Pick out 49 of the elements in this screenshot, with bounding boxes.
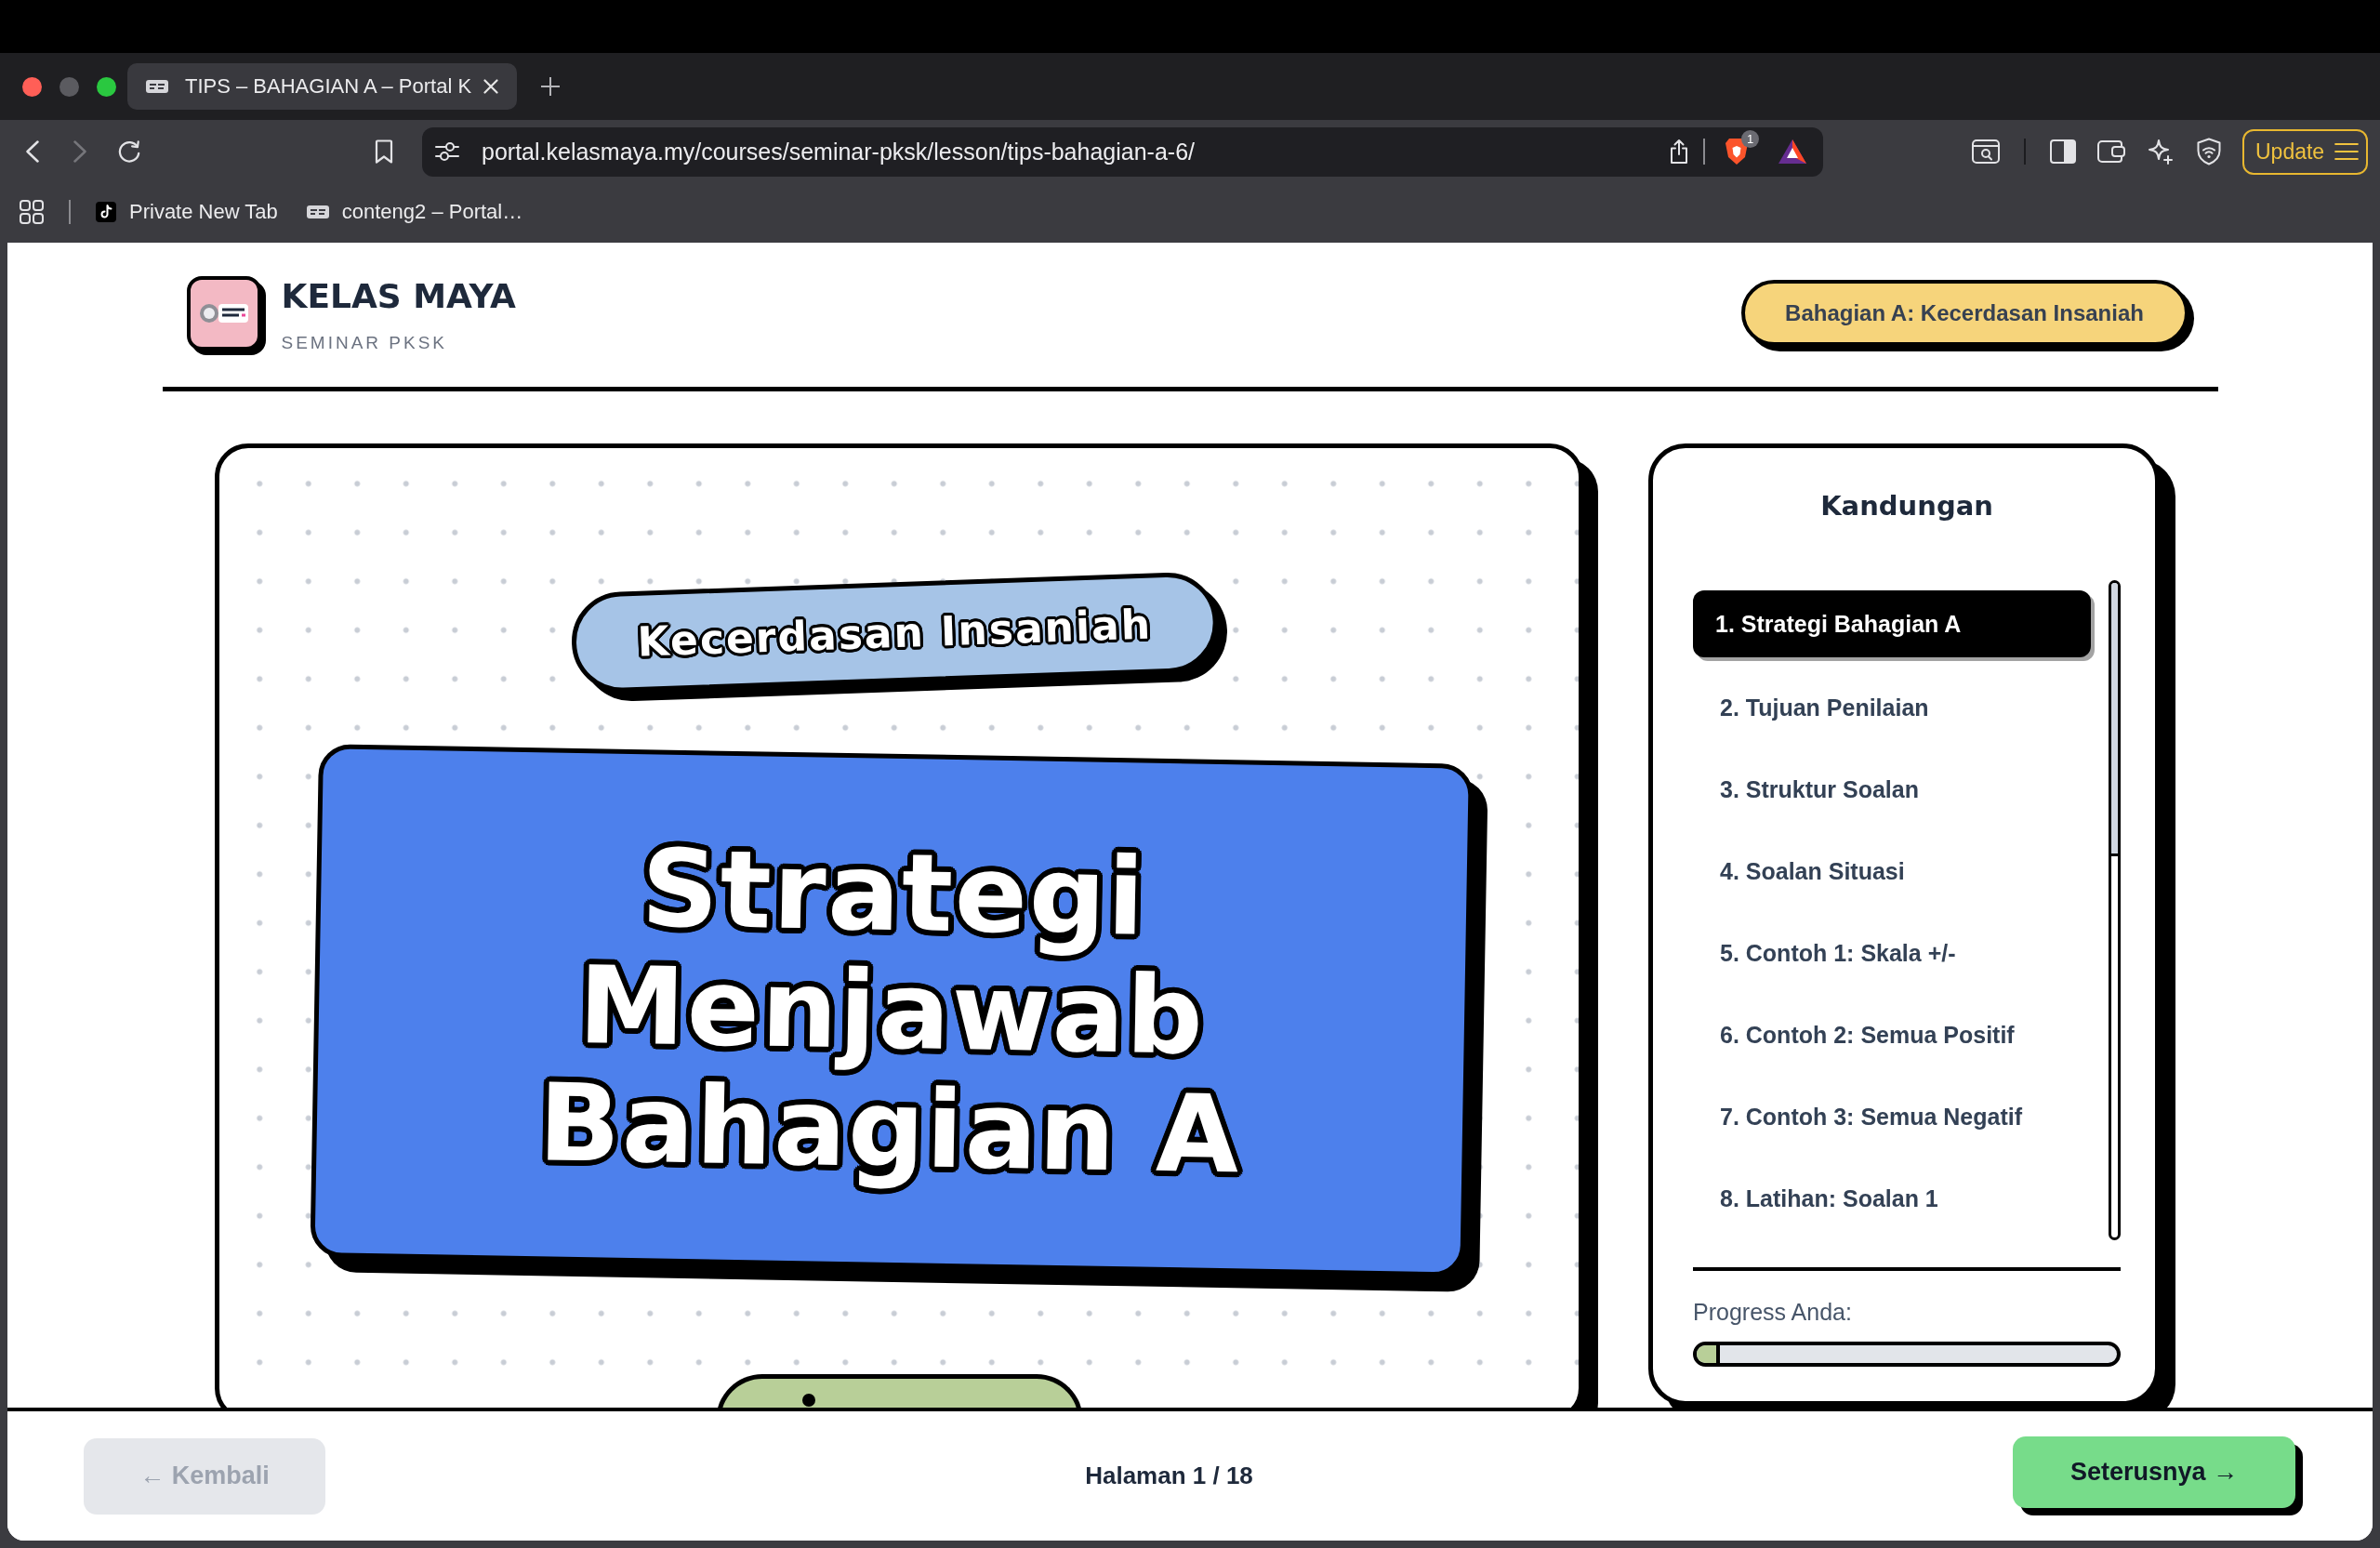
shield-wifi-icon[interactable] (2197, 138, 2221, 165)
grid-icon[interactable] (20, 199, 44, 224)
minimize-window-icon[interactable] (60, 76, 79, 97)
slide-title: Strategi Menjawab Bahagian A (536, 826, 1243, 1196)
site-title: KELAS MAYA (281, 278, 516, 315)
sidebar-icon[interactable] (2050, 139, 2076, 164)
notification-badge: 1 (1741, 130, 1759, 148)
zoom-window-icon[interactable] (97, 76, 116, 97)
address-bar[interactable]: portal.kelasmaya.my/courses/seminar-pksk/lesson/tips-bahagian-a-6/ 1 (422, 126, 1823, 177)
bookmark-item[interactable]: Private New Tab (96, 199, 278, 224)
sliders-icon[interactable] (435, 141, 459, 162)
browser-tab[interactable]: TIPS – BAHAGIAN A – Portal K (127, 63, 517, 110)
back-icon[interactable] (26, 140, 39, 163)
shield-logo-icon[interactable] (1725, 138, 1749, 165)
dot-icon (801, 1394, 815, 1407)
contents-title: Kandungan (1819, 489, 1994, 523)
bookmark-icon[interactable] (375, 139, 393, 164)
scrollbar-thumb[interactable] (2111, 583, 2118, 856)
wallet-icon[interactable] (2097, 139, 2125, 164)
next-button[interactable]: Seterusnya → (2013, 1436, 2303, 1515)
contents-item[interactable]: 6. Contoh 2: Semua Positif (1693, 999, 2095, 1070)
page-indicator: Halaman 1 / 18 (1085, 1462, 1253, 1490)
bookmark-item[interactable]: conteng2 – Portal… (306, 199, 523, 224)
close-icon[interactable] (483, 79, 498, 94)
logo-icon (186, 276, 266, 355)
scrollbar[interactable] (2109, 580, 2121, 1240)
contents-item[interactable]: 2. Tujuan Penilaian (1693, 672, 2095, 743)
contents-item[interactable]: 5. Contoh 1: Skala +/- (1693, 918, 2095, 988)
contents-item[interactable]: 8. Latihan: Soalan 1 (1693, 1163, 2095, 1234)
contents-item[interactable]: 3. Struktur Soalan (1693, 754, 2095, 825)
sparkle-icon[interactable] (2148, 139, 2174, 165)
reload-icon[interactable] (117, 139, 141, 164)
contents-item[interactable]: 1. Strategi Bahagian A (1693, 590, 2095, 661)
contents-item[interactable]: 4. Soalan Situasi (1693, 836, 2095, 906)
contents-item[interactable]: 7. Contoh 3: Semua Negatif (1693, 1081, 2095, 1152)
music-note-icon (96, 201, 116, 222)
site-subtitle: SEMINAR PKSK (281, 333, 449, 353)
close-window-icon[interactable] (22, 76, 42, 97)
share-icon[interactable] (1669, 139, 1689, 165)
site-logo-icon (306, 205, 329, 218)
triangle-logo-icon[interactable] (1778, 139, 1806, 164)
update-button[interactable]: Update (2242, 128, 2368, 175)
section-badge: Bahagian A: Kecerdasan Insaniah (1740, 280, 2194, 351)
menu-icon (2334, 142, 2359, 161)
site-logo-icon (146, 80, 168, 93)
progress-label: Progress Anda: (1693, 1298, 1853, 1326)
plus-icon[interactable] (541, 77, 560, 96)
topic-tag: Kecerdasan Insaniah (569, 570, 1229, 704)
page-search-icon[interactable] (1972, 139, 2000, 164)
